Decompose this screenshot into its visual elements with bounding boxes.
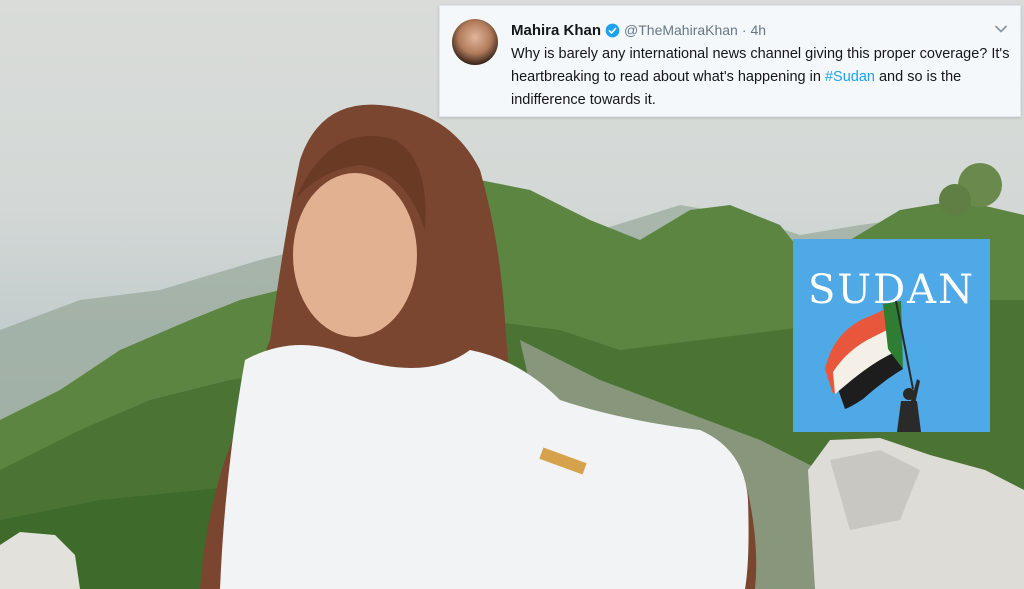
verified-badge-icon [605,23,620,37]
tweet-handle[interactable]: @TheMahiraKhan [624,22,738,38]
hashtag-link[interactable]: #Sudan [825,69,875,85]
tweet-header: Mahira Khan @TheMahiraKhan · 4h [511,19,766,41]
tweet-timestamp[interactable]: 4h [751,22,767,38]
tweet-author-name[interactable]: Mahira Khan [511,22,601,39]
tweet-separator: · [741,22,747,38]
sudan-image-card: SUDAN [793,239,990,432]
tweet-text: Why is barely any international news cha… [511,43,1011,112]
avatar[interactable] [452,19,498,65]
flag-bearer-illustration [825,300,921,432]
tweet-card[interactable]: Mahira Khan @TheMahiraKhan · 4h Why is b… [439,5,1021,117]
chevron-down-icon[interactable] [994,22,1008,36]
